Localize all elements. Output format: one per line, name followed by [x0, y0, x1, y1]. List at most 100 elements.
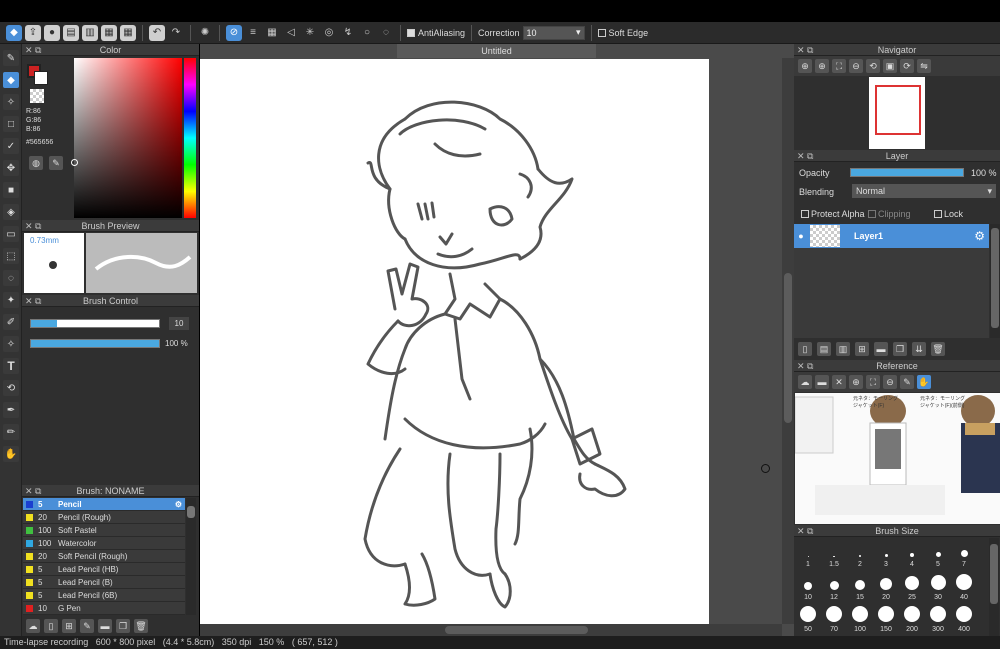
- select-pen-tool-icon[interactable]: ✐: [3, 314, 19, 330]
- magic-wand-tool-icon[interactable]: ✦: [3, 292, 19, 308]
- background-swatch[interactable]: [34, 71, 48, 85]
- app-logo-icon[interactable]: ◆: [6, 24, 22, 41]
- ref-fit-icon[interactable]: ⛶: [866, 375, 880, 389]
- brush-list-item[interactable]: 100 Soft Pastel: [23, 524, 185, 537]
- brush-size-cell[interactable]: 300: [925, 603, 951, 635]
- delete-layer-icon[interactable]: 🗑: [931, 342, 945, 356]
- close-reference-icon[interactable]: ✕: [832, 375, 846, 389]
- brush-delete-icon[interactable]: 🗑: [134, 619, 148, 633]
- brush-list-item[interactable]: 20 Pencil (Rough): [23, 511, 185, 524]
- rect-tool-icon[interactable]: □: [3, 116, 19, 132]
- brush-size-cell[interactable]: 70: [821, 603, 847, 635]
- brush-list-item[interactable]: 10 G Pen: [23, 602, 185, 615]
- close-icon[interactable]: ✕ ⧉: [797, 525, 813, 537]
- share-icon[interactable]: ⇪: [25, 24, 41, 41]
- snap-ellipse-icon[interactable]: ○: [359, 25, 375, 41]
- close-icon[interactable]: ✕ ⧉: [25, 485, 41, 497]
- brush-opacity-slider[interactable]: [30, 339, 160, 348]
- flip-icon[interactable]: ⇋: [917, 59, 931, 73]
- add-layer-menu-icon[interactable]: ⊞: [855, 342, 869, 356]
- pen-tool-icon[interactable]: ✏: [3, 424, 19, 440]
- brush-list-scroll-thumb[interactable]: [187, 506, 195, 518]
- panel-icon[interactable]: ▦: [101, 24, 117, 41]
- clipping-checkbox[interactable]: [868, 210, 876, 218]
- brush-list-item[interactable]: 5 Lead Pencil (B): [23, 576, 185, 589]
- ref-zoom-in-icon[interactable]: ⊕: [849, 375, 863, 389]
- close-icon[interactable]: ✕ ⧉: [25, 295, 41, 307]
- visibility-icon[interactable]: ●: [794, 231, 808, 241]
- zoom-out-icon[interactable]: ⊖: [849, 59, 863, 73]
- snap-off-icon[interactable]: ✺: [197, 25, 213, 41]
- eraser-tool-icon[interactable]: ◆: [3, 72, 19, 88]
- brush-copy-icon[interactable]: ❐: [116, 619, 130, 633]
- soft-edge-checkbox[interactable]: [597, 28, 606, 37]
- brush-edit-icon[interactable]: ✎: [80, 619, 94, 633]
- redo-icon[interactable]: ↷: [168, 25, 184, 41]
- brush-list-item[interactable]: 5 Lead Pencil (HB): [23, 563, 185, 576]
- protect-alpha-checkbox[interactable]: [801, 210, 809, 218]
- grid-icon[interactable]: ▦: [120, 24, 136, 41]
- brush-size-cell[interactable]: 1.5: [821, 538, 847, 570]
- snap-circle-icon[interactable]: ◎: [321, 25, 337, 41]
- brush-cloud-icon[interactable]: ☁: [26, 619, 40, 633]
- divide-tool-icon[interactable]: ⟲: [3, 380, 19, 396]
- undo-icon[interactable]: ↶: [149, 24, 165, 41]
- fit-icon[interactable]: ⛶: [832, 59, 846, 73]
- comment-icon[interactable]: ▤: [63, 24, 79, 41]
- merge-layer-icon[interactable]: ⇊: [912, 342, 926, 356]
- zoom-in-icon[interactable]: ⊕: [815, 59, 829, 73]
- close-icon[interactable]: ✕ ⧉: [797, 44, 813, 56]
- bucket-tool-icon[interactable]: ◈: [3, 204, 19, 220]
- gradient-tool-icon[interactable]: ▭: [3, 226, 19, 242]
- snap-parallel-icon[interactable]: ≡: [245, 25, 261, 41]
- antialiasing-checkbox[interactable]: [407, 28, 415, 37]
- hue-slider[interactable]: [184, 58, 196, 218]
- rotate-left-icon[interactable]: ⟲: [866, 59, 880, 73]
- rotate-right-icon[interactable]: ⟳: [900, 59, 914, 73]
- text-tool-icon[interactable]: T: [3, 358, 19, 374]
- reference-image[interactable]: 元ネタ：モーリング ジャケット(F) 元ネタ：モーリング ジャケット(F)(前側…: [795, 393, 1000, 524]
- brush-size-cell[interactable]: 150: [873, 603, 899, 635]
- hand-tool-icon[interactable]: ✋: [3, 446, 19, 462]
- brush-list-item[interactable]: 100 Watercolor: [23, 537, 185, 550]
- snap-grid-icon[interactable]: ▦: [264, 25, 280, 41]
- document-icon[interactable]: ▥: [82, 24, 98, 41]
- brush-size-slider[interactable]: [30, 319, 160, 328]
- close-icon[interactable]: ✕ ⧉: [25, 44, 41, 56]
- select-tool-icon[interactable]: ⬚: [3, 248, 19, 264]
- brush-size-cell[interactable]: 4: [899, 538, 925, 570]
- snap-radial-icon[interactable]: ✳: [302, 25, 318, 41]
- canvas-area[interactable]: Untitled: [200, 44, 794, 636]
- clipping-toggle[interactable]: Clipping: [868, 209, 911, 219]
- antialiasing-toggle[interactable]: AntiAliasing: [407, 28, 465, 38]
- snap-perspective-icon[interactable]: ◁: [283, 25, 299, 41]
- protect-alpha-toggle[interactable]: Protect Alpha: [801, 209, 865, 219]
- blur-tool-icon[interactable]: ✧: [3, 94, 19, 110]
- brush-size-cell[interactable]: 50: [795, 603, 821, 635]
- brush-list-item[interactable]: 5 Lead Pencil (6B): [23, 589, 185, 602]
- select-eraser-tool-icon[interactable]: ✧: [3, 336, 19, 352]
- layer-folder-icon[interactable]: ▬: [874, 342, 888, 356]
- layer-row[interactable]: ● Layer1 ⚙: [794, 224, 989, 248]
- brush-size-cell[interactable]: 30: [925, 571, 951, 603]
- brush-size-cell[interactable]: 15: [847, 571, 873, 603]
- move-tool-icon[interactable]: ✥: [3, 160, 19, 176]
- ref-zoom-out-icon[interactable]: ⊖: [883, 375, 897, 389]
- brush-size-cell[interactable]: 400: [951, 603, 977, 635]
- brush-size-scrollbar[interactable]: [989, 538, 999, 636]
- layer-opacity-slider[interactable]: [850, 168, 964, 177]
- palette-icon[interactable]: ◍: [29, 156, 43, 170]
- navigator-thumbnail[interactable]: [869, 77, 925, 149]
- brush-list-scrollbar[interactable]: [186, 498, 196, 615]
- brush-size-cell[interactable]: 5: [925, 538, 951, 570]
- brush-new-icon[interactable]: ▯: [44, 619, 58, 633]
- brush-size-cell[interactable]: 40: [951, 571, 977, 603]
- snap-none-icon[interactable]: ⊘: [226, 24, 242, 41]
- brush-size-cell[interactable]: 20: [873, 571, 899, 603]
- brush-list-item[interactable]: 5 Pencil ⚙: [23, 498, 185, 511]
- transparent-swatch[interactable]: [30, 89, 44, 103]
- brush-size-cell[interactable]: 7: [951, 538, 977, 570]
- brush-list-item[interactable]: 20 Soft Pencil (Rough): [23, 550, 185, 563]
- lock-toggle[interactable]: Lock: [934, 209, 963, 219]
- brush-size-cell[interactable]: 10: [795, 571, 821, 603]
